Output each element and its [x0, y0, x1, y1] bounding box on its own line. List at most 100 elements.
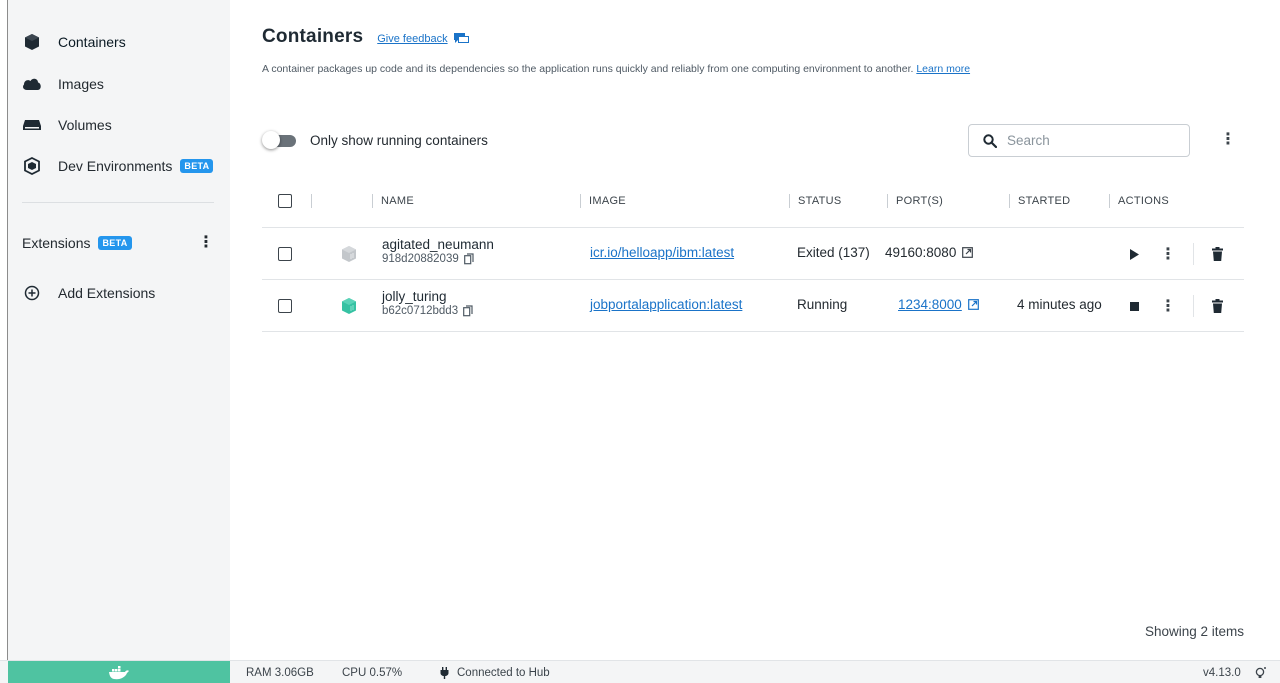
- give-feedback-label: Give feedback: [377, 33, 448, 45]
- column-header-label: STATUS: [798, 195, 842, 207]
- sidebar-item-images[interactable]: Images: [22, 70, 104, 98]
- row-kebab-icon[interactable]: ⋮: [1160, 295, 1176, 317]
- delete-button[interactable]: [1209, 244, 1225, 264]
- column-separator: [789, 194, 790, 208]
- volume-icon: [22, 116, 42, 134]
- search-box[interactable]: [968, 124, 1190, 157]
- sidebar-item-label: Volumes: [58, 117, 112, 133]
- port-text: 49160:8080: [885, 245, 957, 260]
- only-running-toggle[interactable]: [262, 131, 296, 149]
- docker-whale-button[interactable]: [8, 661, 230, 683]
- start-button[interactable]: [1126, 245, 1142, 263]
- started-cell: 4 minutes ago: [1017, 297, 1117, 312]
- main-content: Containers Give feedback A container pac…: [230, 0, 1280, 660]
- action-separator: [1193, 295, 1194, 317]
- sidebar-item-label: Images: [58, 76, 104, 92]
- plus-circle-icon: [22, 284, 42, 302]
- ram-usage: RAM 3.06GB: [246, 666, 314, 679]
- cpu-usage: CPU 0.57%: [342, 666, 403, 679]
- column-header-label: NAME: [381, 195, 414, 207]
- column-header-name[interactable]: NAME: [372, 186, 414, 216]
- image-link[interactable]: icr.io/helloapp/ibm:latest: [590, 245, 734, 260]
- extensions-menu-kebab-icon[interactable]: ⋮: [198, 234, 214, 252]
- sidebar: Containers Images Volumes Dev Environmen…: [8, 0, 230, 660]
- window-left-edge: [0, 0, 8, 660]
- plug-icon: [440, 666, 449, 679]
- toggle-knob: [262, 131, 280, 149]
- cloud-icon: [22, 75, 42, 93]
- stop-icon: [1129, 301, 1139, 311]
- row-checkbox[interactable]: [278, 299, 292, 313]
- image-link-cell: jobportalapplication:latest: [590, 297, 742, 312]
- external-link-icon[interactable]: [967, 299, 979, 310]
- table-row[interactable]: jolly_turing b62c0712bdd3 jobportalappli…: [262, 280, 1244, 332]
- copy-icon[interactable]: [463, 305, 473, 317]
- hub-label: Connected to Hub: [457, 666, 550, 679]
- tips-lightbulb-icon[interactable]: [1254, 661, 1268, 683]
- row-checkbox-cell: [278, 247, 292, 261]
- column-header-label: STARTED: [1018, 195, 1071, 207]
- page-description: A container packages up code and its dep…: [262, 63, 970, 75]
- row-checkbox-cell: [278, 299, 292, 313]
- hub-connection[interactable]: Connected to Hub: [440, 661, 550, 683]
- column-header-label: ACTIONS: [1118, 195, 1169, 207]
- column-header-image[interactable]: IMAGE: [580, 186, 626, 216]
- status-text: Running: [797, 297, 848, 312]
- action-separator: [1193, 243, 1194, 265]
- extensions-label: Extensions: [22, 235, 91, 251]
- container-stopped-icon: [340, 245, 358, 263]
- column-header-status[interactable]: STATUS: [789, 186, 842, 216]
- sidebar-item-dev-environments[interactable]: Dev Environments BETA: [22, 152, 214, 180]
- page-title: Containers: [262, 26, 364, 47]
- container-id-wrap: 918d20882039: [382, 253, 474, 265]
- container-name-cell: jolly_turing b62c0712bdd3: [382, 289, 473, 317]
- column-header-started[interactable]: STARTED: [1009, 186, 1070, 216]
- status-cell: Exited (137): [797, 245, 870, 260]
- column-header-ports[interactable]: PORT(S): [887, 186, 943, 216]
- more-options-kebab-icon[interactable]: ⋮: [1220, 131, 1236, 149]
- container-running-icon: [340, 297, 358, 315]
- column-header-actions: ACTIONS: [1109, 186, 1169, 216]
- copy-icon[interactable]: [463, 253, 474, 265]
- trash-icon: [1211, 247, 1223, 261]
- image-link[interactable]: jobportalapplication:latest: [590, 297, 742, 312]
- docker-desktop-window: Containers Images Volumes Dev Environmen…: [0, 0, 1280, 683]
- add-extensions-button[interactable]: Add Extensions: [22, 279, 155, 307]
- container-name[interactable]: agitated_neumann: [382, 237, 494, 252]
- row-checkbox[interactable]: [278, 247, 292, 261]
- column-separator: [1009, 194, 1010, 208]
- search-input[interactable]: [1007, 133, 1167, 148]
- learn-more-link[interactable]: Learn more: [916, 63, 970, 75]
- delete-button[interactable]: [1209, 296, 1225, 316]
- container-name[interactable]: jolly_turing: [382, 289, 447, 304]
- sidebar-item-volumes[interactable]: Volumes: [22, 111, 112, 139]
- select-all-checkbox[interactable]: [278, 194, 292, 208]
- give-feedback-link[interactable]: Give feedback: [377, 33, 469, 45]
- column-separator: [580, 194, 581, 208]
- trash-icon: [1211, 299, 1223, 313]
- port-link[interactable]: 1234:8000: [898, 297, 962, 312]
- column-separator: [311, 194, 312, 208]
- table-header: NAME IMAGE STATUS PORT(S) STARTED ACTION…: [262, 186, 1244, 228]
- search-icon: [983, 133, 997, 148]
- beta-badge: BETA: [98, 236, 132, 250]
- column-header-label: IMAGE: [589, 195, 626, 207]
- row-kebab-icon[interactable]: ⋮: [1160, 243, 1176, 265]
- container-name-cell: agitated_neumann 918d20882039: [382, 237, 494, 265]
- dev-environments-icon: [22, 157, 42, 175]
- play-icon: [1129, 248, 1139, 260]
- stop-button[interactable]: [1126, 297, 1142, 315]
- sidebar-item-containers[interactable]: Containers: [22, 28, 126, 56]
- description-text: A container packages up code and its dep…: [262, 63, 914, 75]
- status-cell: Running: [797, 297, 847, 312]
- toggle-label: Only show running containers: [310, 132, 488, 148]
- external-link-icon[interactable]: [962, 247, 974, 258]
- title-row: Containers Give feedback: [262, 26, 469, 48]
- sidebar-item-label: Containers: [58, 34, 126, 50]
- sidebar-divider: [22, 202, 214, 203]
- add-extensions-label: Add Extensions: [58, 285, 156, 301]
- extensions-header: Extensions BETA ⋮: [22, 230, 214, 256]
- column-header-label: PORT(S): [896, 195, 944, 207]
- container-icon: [22, 33, 42, 51]
- table-row[interactable]: agitated_neumann 918d20882039 icr.io/hel…: [262, 228, 1244, 280]
